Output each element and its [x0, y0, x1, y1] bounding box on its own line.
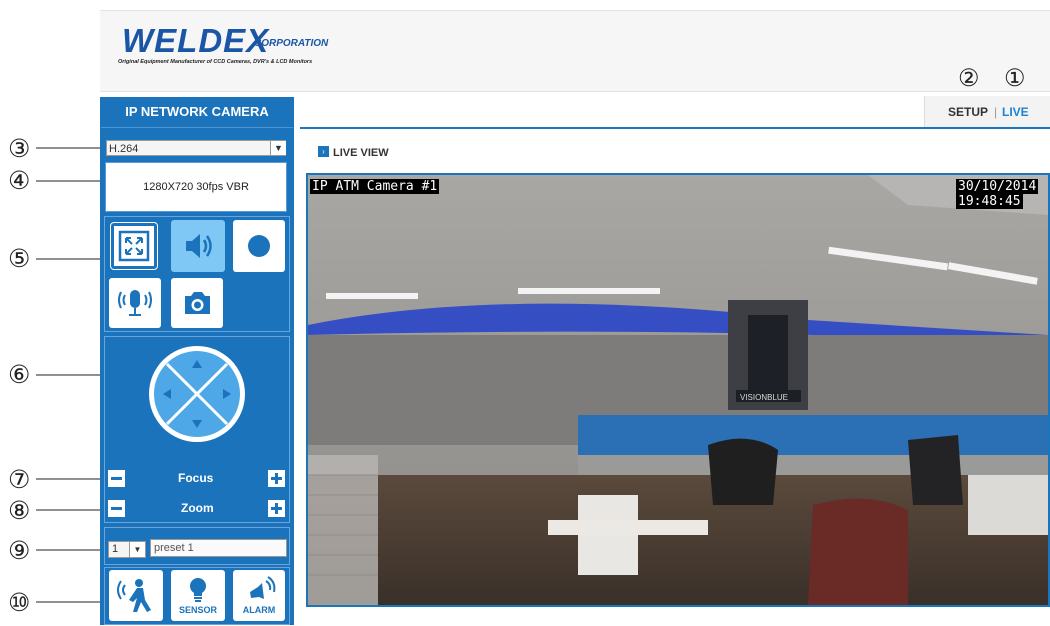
- wall-sign-text: VISIONBLUE: [740, 393, 788, 402]
- zoom-plus-button[interactable]: [268, 500, 285, 517]
- record-button[interactable]: [233, 220, 285, 272]
- setup-link[interactable]: SETUP: [948, 105, 988, 119]
- audio-button[interactable]: [171, 220, 225, 272]
- live-view-heading: LIVE VIEW: [333, 147, 389, 159]
- alarm-label: ALARM: [242, 605, 276, 615]
- camera-name-overlay: IP ATM Camera #1: [310, 179, 440, 194]
- panel-title: IP NETWORK CAMERA: [125, 104, 269, 119]
- preset-number-value: 1: [112, 543, 119, 555]
- fullscreen-icon: [118, 230, 150, 262]
- chevron-down-icon[interactable]: ▼: [270, 141, 286, 155]
- snapshot-button[interactable]: [171, 278, 223, 328]
- camera-icon: [185, 292, 210, 314]
- sensor-label: SENSOR: [178, 605, 217, 615]
- fullscreen-button[interactable]: [110, 222, 158, 270]
- sensor-button[interactable]: SENSOR: [171, 570, 225, 621]
- preset-number-select[interactable]: 1 ▼: [108, 541, 146, 558]
- brand-suffix: CORPORATION: [254, 38, 329, 49]
- zoom-label: Zoom: [181, 501, 214, 515]
- live-link[interactable]: LIVE: [1002, 105, 1029, 119]
- camera-scene-image: VISIONBLUE: [308, 175, 1048, 605]
- chevron-right-icon: ›: [318, 146, 329, 157]
- microphone-button[interactable]: [109, 278, 161, 328]
- motion-detection-button[interactable]: [109, 570, 163, 621]
- microphone-icon: [118, 290, 152, 316]
- brand-tagline: Original Equipment Manufacturer of CCD C…: [118, 59, 313, 65]
- motion-icon: [117, 579, 151, 612]
- zoom-minus-button[interactable]: [108, 500, 125, 517]
- minus-icon: [111, 477, 122, 480]
- focus-plus-button[interactable]: [268, 470, 285, 487]
- alarm-button[interactable]: ALARM: [233, 570, 285, 621]
- callout-1: ①: [1004, 64, 1026, 92]
- nav-separator: |: [994, 105, 998, 119]
- focus-label: Focus: [178, 471, 214, 485]
- preset-name-input[interactable]: preset 1: [150, 539, 287, 557]
- minus-icon: [111, 507, 122, 510]
- nav-underline: [300, 127, 1050, 129]
- chevron-down-icon: ▼: [129, 542, 145, 557]
- callout-leaders: [36, 147, 108, 603]
- direction-pad-icon: [149, 346, 245, 442]
- panel-divider: [101, 127, 293, 128]
- stream-info-box: 1280X720 30fps VBR: [105, 162, 287, 212]
- record-icon: [248, 235, 270, 257]
- date-overlay: 30/10/2014: [956, 179, 1039, 194]
- codec-select[interactable]: H.264: [106, 140, 286, 156]
- time-overlay: 19:48:45: [956, 194, 1023, 209]
- callout-2: ②: [958, 64, 980, 92]
- ptz-joystick[interactable]: [147, 344, 247, 444]
- live-video-feed[interactable]: VISIONBLUE: [306, 173, 1050, 607]
- speaker-icon: [186, 234, 212, 258]
- brand-logo: WELDEX: [122, 22, 270, 59]
- focus-minus-button[interactable]: [108, 470, 125, 487]
